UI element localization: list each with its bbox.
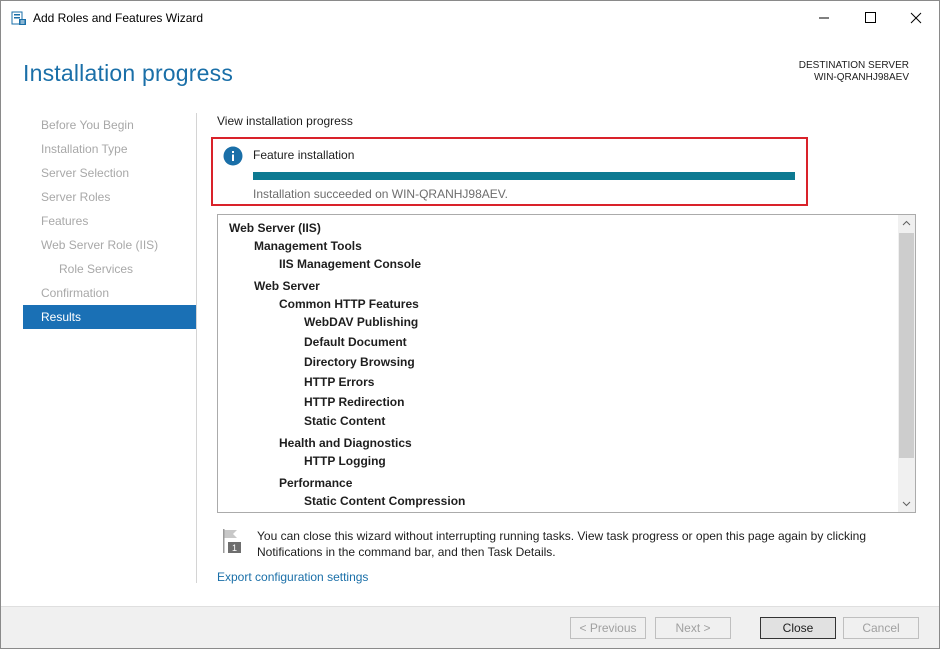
result-item: Performance	[279, 476, 353, 490]
result-item: Directory Browsing	[304, 355, 415, 369]
nav-item-results[interactable]: Results	[23, 305, 196, 329]
result-item: HTTP Redirection	[304, 395, 405, 409]
maximize-icon	[865, 12, 876, 23]
notice-line-2: Notifications in the command bar, and th…	[257, 545, 556, 559]
nav-item-role-services: Role Services	[59, 262, 134, 276]
result-item: WebDAV Publishing	[304, 315, 419, 329]
result-item: HTTP Errors	[304, 375, 375, 389]
nav-divider	[196, 113, 197, 583]
page-title: Installation progress	[23, 60, 234, 86]
results-scrollbar[interactable]	[898, 215, 915, 512]
server-manager-icon	[11, 11, 26, 25]
installation-progress-bar	[253, 172, 795, 180]
flag-badge-count: 1	[232, 543, 237, 553]
scroll-up-arrow-icon[interactable]	[898, 215, 915, 232]
nav-item-before-you-begin: Before You Begin	[41, 118, 134, 132]
nav-item-server-selection: Server Selection	[41, 166, 130, 180]
result-item: Web Server	[254, 279, 320, 293]
next-button[interactable]: Next >	[655, 617, 731, 639]
window-title: Add Roles and Features Wizard	[33, 11, 204, 25]
notification-flag-icon: 1	[223, 529, 241, 553]
scrollbar-thumb[interactable]	[899, 233, 914, 458]
export-configuration-link[interactable]: Export configuration settings	[217, 570, 368, 584]
result-item: Health and Diagnostics	[279, 436, 412, 450]
title-bar: Add Roles and Features Wizard	[1, 1, 939, 35]
previous-button[interactable]: < Previous	[570, 617, 646, 639]
minimize-button[interactable]	[801, 1, 847, 35]
wizard-steps-nav: Before You Begin Installation Type Serve…	[23, 113, 196, 329]
nav-item-web-server-role: Web Server Role (IIS)	[41, 238, 159, 252]
window-close-button[interactable]	[893, 1, 939, 35]
wizard-window: Add Roles and Features Wizard Installati…	[0, 0, 940, 649]
destination-server-label: DESTINATION SERVER	[798, 60, 909, 71]
progress-bar-fill	[253, 172, 795, 180]
result-item: Management Tools	[254, 239, 362, 253]
view-progress-label: View installation progress	[217, 114, 353, 128]
cancel-button[interactable]: Cancel	[843, 617, 919, 639]
nav-item-server-roles: Server Roles	[41, 190, 111, 204]
result-item: Common HTTP Features	[279, 297, 419, 311]
result-item: Static Content Compression	[304, 494, 466, 508]
result-item: Web Server (IIS)	[229, 221, 321, 235]
destination-server-name: WIN-QRANHJ98AEV	[813, 72, 909, 83]
nav-item-confirmation: Confirmation	[41, 286, 110, 300]
result-item: IIS Management Console	[279, 257, 422, 271]
result-item: Static Content	[304, 414, 386, 428]
nav-item-installation-type: Installation Type	[41, 142, 128, 156]
installation-status-text: Installation succeeded on WIN-QRANHJ98AE…	[253, 187, 509, 201]
close-icon	[910, 12, 922, 24]
result-item: Default Document	[304, 335, 407, 349]
info-circle-icon	[223, 146, 243, 166]
feature-installation-label: Feature installation	[253, 148, 355, 162]
notice-line-1: You can close this wizard without interr…	[257, 529, 867, 543]
wizard-footer: < Previous Next > Close Cancel	[1, 606, 939, 648]
scroll-down-arrow-icon[interactable]	[898, 495, 915, 512]
notice-text: You can close this wizard without interr…	[257, 528, 897, 560]
results-list[interactable]: Web Server (IIS) Management Tools IIS Ma…	[217, 214, 916, 513]
maximize-button[interactable]	[847, 1, 893, 35]
nav-item-features: Features	[41, 214, 89, 228]
close-button[interactable]: Close	[760, 617, 836, 639]
minimize-icon	[819, 17, 829, 19]
result-item: HTTP Logging	[304, 454, 386, 468]
